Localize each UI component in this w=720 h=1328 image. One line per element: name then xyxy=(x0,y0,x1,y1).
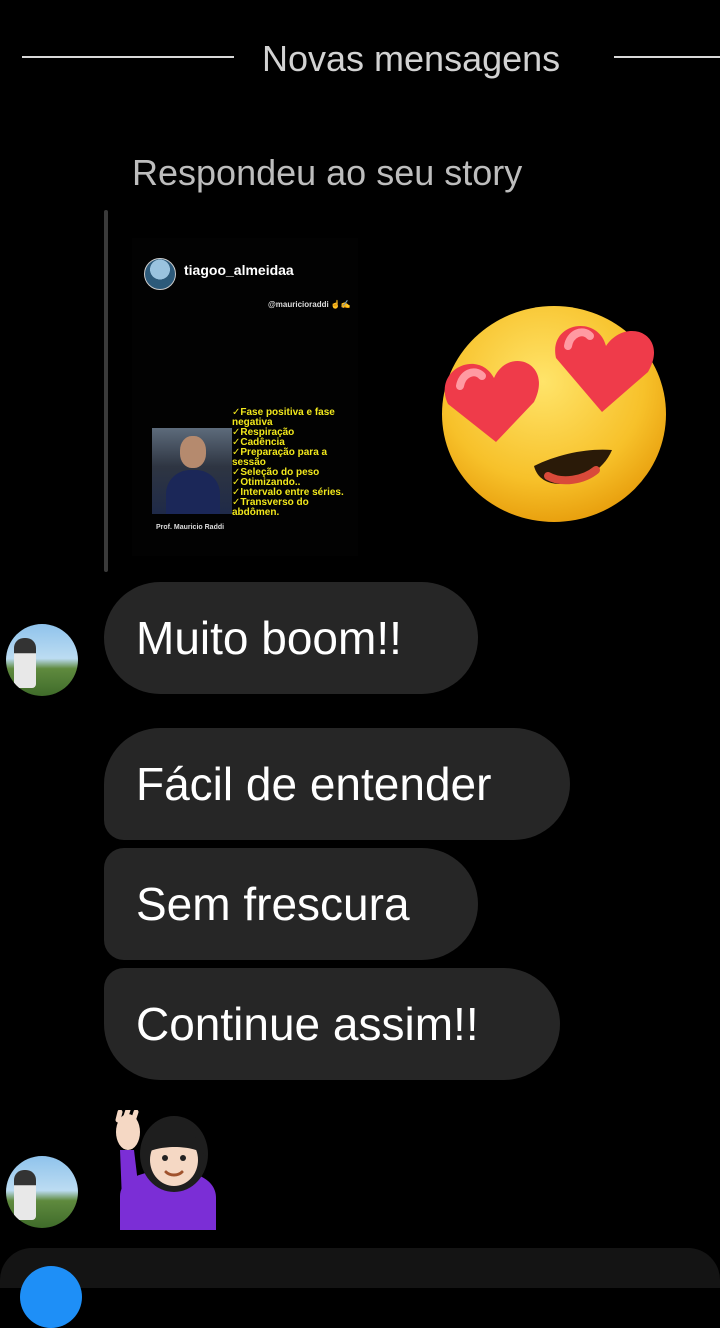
camera-button[interactable] xyxy=(20,1266,82,1328)
reply-quote-bar xyxy=(104,210,108,572)
story-user-avatar xyxy=(144,258,176,290)
message-composer[interactable] xyxy=(0,1248,720,1328)
sender-avatar[interactable] xyxy=(6,624,78,696)
divider-line-right xyxy=(614,56,720,58)
story-preview[interactable]: tiagoo_almeidaa @mauricioraddi ☝️✍️ ✓Fas… xyxy=(132,238,358,556)
message-bubble[interactable]: Continue assim!! xyxy=(104,968,560,1080)
story-reply-note: Respondeu ao seu story xyxy=(132,152,523,193)
avatar-person xyxy=(14,638,36,688)
new-messages-divider: Novas mensagens xyxy=(0,34,720,80)
story-checklist: ✓Fase positiva e fase negativa ✓Respiraç… xyxy=(232,408,356,518)
new-messages-label: Novas mensagens xyxy=(262,38,561,79)
message-bubble[interactable]: Sem frescura xyxy=(104,848,478,960)
story-username: tiagoo_almeidaa xyxy=(184,262,294,278)
heart-eyes-emoji-icon xyxy=(442,306,666,522)
message-bubble[interactable]: Muito boom!! xyxy=(104,582,478,694)
message-bubble[interactable]: Fácil de entender xyxy=(104,728,570,840)
woman-raising-hand-emoji-icon[interactable] xyxy=(112,1110,222,1230)
avatar-person xyxy=(14,1170,36,1220)
story-caption: Prof. Mauricio Raddi xyxy=(156,524,225,531)
photo-head xyxy=(180,436,206,468)
story-mention: @mauricioraddi ☝️✍️ xyxy=(268,300,351,309)
photo-shirt xyxy=(166,470,220,514)
sender-avatar[interactable] xyxy=(6,1156,78,1228)
divider-line-left xyxy=(22,56,234,58)
checklist-item: ✓Transverso do abdômen. xyxy=(232,497,309,518)
checklist-item: ✓Preparação para a sessão xyxy=(232,447,328,468)
story-photo xyxy=(152,428,232,514)
checklist-item: ✓Fase positiva e fase negativa xyxy=(232,407,335,428)
